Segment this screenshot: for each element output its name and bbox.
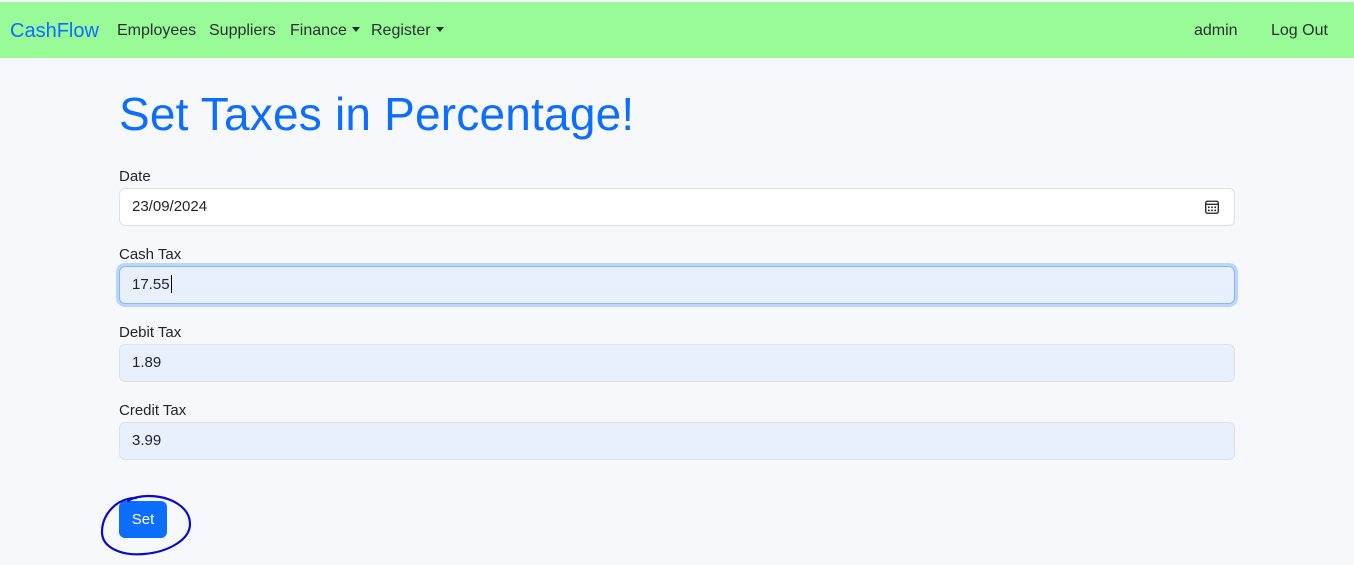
date-label: Date: [119, 168, 151, 185]
credit-tax-input[interactable]: 3.99: [119, 422, 1235, 460]
date-input[interactable]: 23/09/2024: [119, 188, 1235, 226]
text-cursor: [170, 275, 172, 293]
nav-finance-label: Finance: [290, 22, 347, 39]
nav-suppliers[interactable]: Suppliers: [209, 21, 276, 41]
nav-register-dropdown[interactable]: Register: [371, 21, 444, 41]
nav-employees[interactable]: Employees: [117, 21, 196, 41]
nav-employees-label: Employees: [117, 22, 197, 39]
logout-link[interactable]: Log Out: [1271, 21, 1328, 41]
page-title: Set Taxes in Percentage!: [119, 88, 635, 140]
calendar-icon[interactable]: [1205, 200, 1219, 214]
cash-tax-label: Cash Tax: [119, 246, 182, 263]
nav-user[interactable]: admin: [1194, 21, 1238, 41]
nav-finance-dropdown[interactable]: Finance: [290, 21, 360, 41]
nav-suppliers-label: Suppliers: [209, 22, 276, 39]
debit-tax-value: 1.89: [132, 354, 162, 371]
date-value: 23/09/2024: [132, 198, 208, 215]
cash-tax-value: 17.55: [132, 276, 170, 293]
credit-tax-label: Credit Tax: [119, 402, 187, 419]
navbar: CashFlow Employees Suppliers Finance Reg…: [0, 2, 1354, 58]
nav-register-label: Register: [371, 22, 431, 39]
credit-tax-value: 3.99: [132, 432, 162, 449]
set-button[interactable]: Set: [119, 501, 167, 538]
caret-down-icon: [435, 27, 444, 32]
debit-tax-input[interactable]: 1.89: [119, 344, 1235, 382]
debit-tax-label: Debit Tax: [119, 324, 182, 341]
brand-link[interactable]: CashFlow: [10, 19, 99, 43]
caret-down-icon: [351, 27, 360, 32]
cash-tax-input[interactable]: 17.55: [119, 266, 1235, 304]
